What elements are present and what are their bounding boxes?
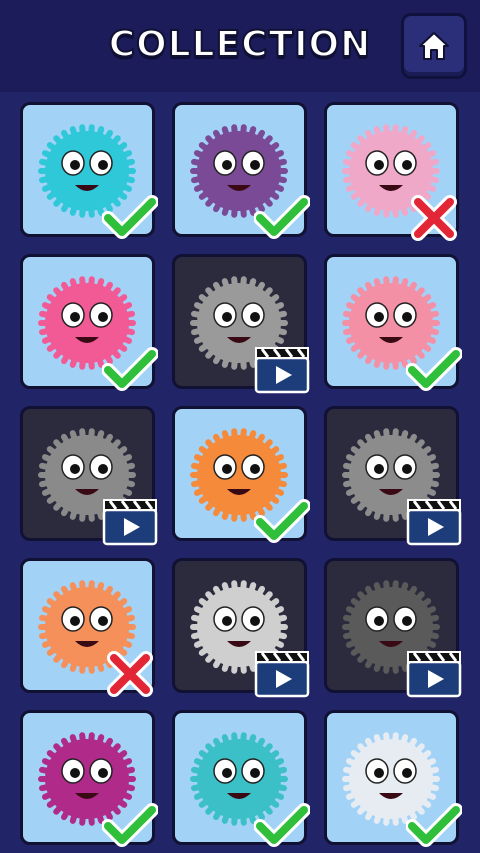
header-bar: COLLECTION <box>0 0 480 92</box>
collection-card[interactable] <box>172 558 310 698</box>
home-icon <box>419 32 449 60</box>
home-button[interactable] <box>401 13 467 79</box>
video-ad-icon <box>406 499 462 546</box>
cross-icon <box>107 651 153 697</box>
collection-card[interactable] <box>172 406 310 543</box>
check-icon <box>102 803 158 847</box>
video-ad-icon <box>254 347 310 394</box>
collection-card[interactable] <box>324 558 462 698</box>
check-icon <box>406 803 462 847</box>
collection-card[interactable] <box>324 102 459 241</box>
video-ad-icon <box>254 651 310 698</box>
collection-card[interactable] <box>20 102 158 239</box>
check-icon <box>254 195 310 239</box>
collection-card[interactable] <box>172 254 310 394</box>
check-icon <box>254 499 310 543</box>
check-icon <box>102 347 158 391</box>
collection-card[interactable] <box>20 710 158 847</box>
collection-card[interactable] <box>20 254 158 391</box>
cross-icon <box>411 195 457 241</box>
video-ad-icon <box>102 499 158 546</box>
check-icon <box>102 195 158 239</box>
collection-card[interactable] <box>172 710 310 847</box>
video-ad-icon <box>406 651 462 698</box>
collection-card[interactable] <box>324 406 462 546</box>
check-icon <box>406 347 462 391</box>
collection-card[interactable] <box>324 710 462 847</box>
collection-card[interactable] <box>324 254 462 391</box>
collection-card[interactable] <box>20 558 155 697</box>
collection-grid <box>20 102 462 847</box>
collection-card[interactable] <box>172 102 310 239</box>
collection-card[interactable] <box>20 406 158 546</box>
check-icon <box>254 803 310 847</box>
